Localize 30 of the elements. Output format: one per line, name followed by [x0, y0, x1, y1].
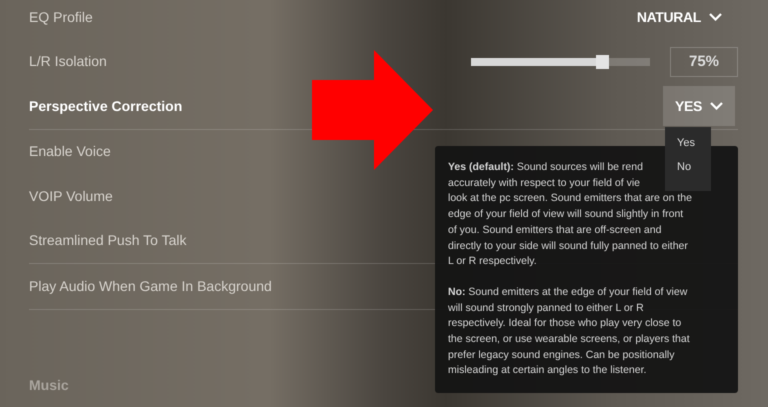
setting-label: Streamlined Push To Talk	[29, 231, 186, 250]
dropdown-select[interactable]: NATURAL	[636, 0, 722, 38]
tooltip-line: prefer legacy sound engines. Can be positionally	[448, 348, 674, 363]
menu-option[interactable]: No	[677, 159, 699, 175]
section-heading: Music	[29, 377, 69, 393]
tooltip-line: accurately with respect to your field of vie	[448, 176, 640, 191]
chevron-down-icon	[710, 102, 723, 110]
setting-label: L/R Isolation	[29, 52, 107, 72]
tooltip-line: directly to your side will sound fully panned to either	[448, 238, 688, 254]
tooltip-line: of you. Sound emitters that are off-screen and	[448, 222, 662, 238]
setting-label: EQ Profile	[29, 8, 93, 27]
menu-option[interactable]: Yes	[677, 135, 699, 151]
setting-label: Enable Voice	[29, 142, 111, 162]
dropdown-select[interactable]: YES	[663, 86, 735, 126]
slider[interactable]	[471, 58, 650, 66]
tooltip-line: Yes (default): Sound sources will be rend	[448, 160, 643, 175]
tooltip-line: look at the pc screen. Sound emitters that are on the	[448, 191, 692, 206]
setting-label: Play Audio When Game In Background	[29, 276, 272, 296]
setting-label: VOIP Volume	[29, 186, 113, 206]
tooltip-line: will sound strongly panned to either L or R	[448, 300, 644, 316]
tooltip-line: respectively. Ideal for those who play very close to	[448, 316, 682, 332]
tooltip-line: No: Sound emitters at the edge of your field of view	[448, 284, 688, 300]
tooltip-line: L or R respectively.	[448, 254, 537, 270]
value-field[interactable]: 75%	[670, 46, 738, 77]
chevron-down-icon	[709, 13, 722, 22]
tooltip-line: misleading at certain angles to the listener.	[448, 363, 646, 378]
slider-thumb[interactable]	[596, 54, 609, 69]
tooltip-line: edge of your field of view will sound slightly in front	[448, 207, 684, 222]
setting-label: Perspective Correction	[29, 96, 182, 116]
tooltip-line: the screen, or use wearable screens, or players that	[448, 332, 690, 348]
